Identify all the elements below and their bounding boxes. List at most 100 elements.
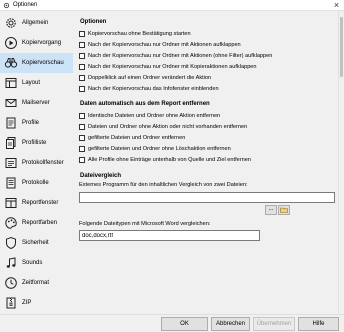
gear-icon xyxy=(6,18,16,28)
checkbox[interactable] xyxy=(79,86,85,92)
options-panel: Optionen Kopiervorschau ohne Bestätigung… xyxy=(76,11,338,314)
checkbox-label: Doppelklick auf einen Ordner verändert d… xyxy=(88,75,212,81)
sidebar-item-mailserver[interactable]: Mailserver xyxy=(0,93,73,113)
sidebar-item-label: Layout xyxy=(22,80,41,86)
option-checkbox-row[interactable]: Nach der Kopiervorschau nur Ordner mit A… xyxy=(79,41,335,49)
sidebar-item-layout[interactable]: Layout xyxy=(0,73,73,93)
option-checkbox-row[interactable]: Doppelklick auf einen Ordner verändert d… xyxy=(79,74,335,82)
option-checkbox-row[interactable]: Kopiervorschau ohne Bestätigung starten xyxy=(79,30,335,38)
word-filetypes-field[interactable] xyxy=(79,230,260,241)
sidebar-item-sounds[interactable]: Sounds xyxy=(0,253,73,273)
checkbox-label: gefilterte Dateien und Ordner entfernen xyxy=(88,135,186,141)
apply-button[interactable]: Übernehmen xyxy=(253,317,295,331)
checkbox[interactable] xyxy=(79,64,85,70)
checkbox-label: Nach der Kopiervorschau nur Ordner mit K… xyxy=(88,64,257,70)
sidebar-item-label: Profile xyxy=(22,120,40,126)
external-program-field[interactable] xyxy=(79,192,335,203)
sidebar-item-label: Reportfarben xyxy=(22,220,58,226)
dialog-footer: OK Abbrechen Übernehmen Hilfe xyxy=(0,314,344,332)
section-title-optionen: Optionen xyxy=(80,19,107,25)
checkbox[interactable] xyxy=(79,31,85,37)
sidebar-item-label: Protokolle xyxy=(22,180,49,186)
auto-remove-checkbox-row[interactable]: Identische Dateien und Ordner ohne Aktio… xyxy=(79,112,335,120)
play-icon xyxy=(5,37,17,49)
section-title-dateivergleich: Dateivergleich xyxy=(80,173,122,179)
sidebar-item-label: Kopiervorschau xyxy=(22,60,64,66)
sidebar-item-kopiervorgang[interactable]: Kopiervorgang xyxy=(0,33,73,53)
music-icon xyxy=(6,257,16,268)
sidebar-item-reportfenster[interactable]: Reportfenster xyxy=(0,193,73,213)
profile-list-icon xyxy=(6,137,16,149)
checkbox-label: Nach der Kopiervorschau nur Ordner mit A… xyxy=(88,42,241,48)
browse-button[interactable]: ... xyxy=(265,205,277,215)
option-checkbox-row[interactable]: Nach der Kopiervorschau nur Ordner mit K… xyxy=(79,63,335,71)
checkbox[interactable] xyxy=(79,135,85,141)
sidebar-item-zip[interactable]: ZIP xyxy=(0,293,73,313)
binoculars-icon xyxy=(4,58,18,68)
checkbox-label: Alle Profile ohne Einträge unterhalb von… xyxy=(88,157,251,163)
sidebar-item-protokollfenster[interactable]: Protokollfenster xyxy=(0,153,73,173)
section-title-auto-remove: Daten automatisch aus dem Report entfern… xyxy=(80,101,210,107)
help-button[interactable]: Hilfe xyxy=(298,317,339,331)
scrollbar-thumb[interactable] xyxy=(340,17,343,77)
checkbox[interactable] xyxy=(79,42,85,48)
cancel-button[interactable]: Abbrechen xyxy=(211,317,250,331)
sidebar-item-label: Protokollfenster xyxy=(22,160,64,166)
checkbox-label: Identische Dateien und Ordner ohne Aktio… xyxy=(88,113,221,119)
checkbox[interactable] xyxy=(79,124,85,130)
sidebar-item-label: ZIP xyxy=(22,300,32,306)
sidebar-item-sicherheit[interactable]: Sicherheit xyxy=(0,233,73,253)
sidebar-item-label: Profilliste xyxy=(22,140,47,146)
checkbox[interactable] xyxy=(79,75,85,81)
checkbox-label: gefilterte Dateien und Ordner ohne Lösch… xyxy=(88,146,231,152)
checkbox[interactable] xyxy=(79,53,85,59)
log-window-icon xyxy=(5,158,17,168)
auto-remove-checkbox-row[interactable]: Alle Profile ohne Einträge unterhalb von… xyxy=(79,156,335,164)
sidebar-item-profile[interactable]: Profile xyxy=(0,113,73,133)
profile-icon xyxy=(6,117,16,129)
sidebar-item-label: Reportfenster xyxy=(22,200,59,206)
sidebar-item-label: Kopiervorgang xyxy=(22,40,62,46)
checkbox-label: Dateien und Ordner ohne Aktion oder nich… xyxy=(88,124,248,130)
report-window-icon xyxy=(5,198,17,208)
sidebar-item-kopiervorschau[interactable]: Kopiervorschau xyxy=(0,53,73,73)
sidebar-item-zeitformat[interactable]: Zeitformat xyxy=(0,273,73,293)
zip-icon xyxy=(6,297,16,309)
word-filetypes-input[interactable] xyxy=(80,231,259,240)
word-filetypes-label: Folgende Dateitypen mit Microsoft Word v… xyxy=(79,221,211,227)
folder-icon xyxy=(280,207,288,213)
clock-icon xyxy=(5,277,17,289)
sidebar: Allgemein Kopiervorgang Kopiervorschau L… xyxy=(0,11,73,332)
log-icon xyxy=(6,177,16,189)
palette-icon xyxy=(5,217,17,229)
sidebar-item-reportfarben[interactable]: Reportfarben xyxy=(0,213,73,233)
option-checkbox-row[interactable]: Nach der Kopiervorschau nur Ordner mit A… xyxy=(79,52,335,60)
sidebar-item-protokolle[interactable]: Protokolle xyxy=(0,173,73,193)
sidebar-item-label: Allgemein xyxy=(22,20,49,26)
external-program-label: Externes Programm für den inhaltlichen V… xyxy=(79,182,248,188)
checkbox-label: Kopiervorschau ohne Bestätigung starten xyxy=(88,31,191,37)
checkbox-label: Nach der Kopiervorschau das Infofenster … xyxy=(88,86,219,92)
title-bar: Optionen × xyxy=(0,0,344,11)
ok-button[interactable]: OK xyxy=(161,317,208,331)
auto-remove-checkbox-row[interactable]: Dateien und Ordner ohne Aktion oder nich… xyxy=(79,123,335,131)
checkbox[interactable] xyxy=(79,146,85,152)
shield-icon xyxy=(6,236,16,250)
external-program-input[interactable] xyxy=(80,193,334,202)
auto-remove-checkbox-row[interactable]: gefilterte Dateien und Ordner entfernen xyxy=(79,134,335,142)
auto-remove-checkbox-row[interactable]: gefilterte Dateien und Ordner ohne Lösch… xyxy=(79,145,335,153)
mail-icon xyxy=(5,99,17,107)
close-icon[interactable]: × xyxy=(332,1,341,10)
layout-icon xyxy=(5,78,17,88)
sidebar-item-label: Sicherheit xyxy=(22,240,49,246)
vertical-scrollbar[interactable] xyxy=(338,11,343,314)
option-checkbox-row[interactable]: Nach der Kopiervorschau das Infofenster … xyxy=(79,85,335,93)
folder-button[interactable] xyxy=(278,205,290,215)
sidebar-item-allgemein[interactable]: Allgemein xyxy=(0,13,73,33)
sidebar-item-label: Mailserver xyxy=(22,100,50,106)
checkbox[interactable] xyxy=(79,113,85,119)
window-title: Optionen xyxy=(13,2,38,8)
checkbox-label: Nach der Kopiervorschau nur Ordner mit A… xyxy=(88,53,273,59)
sidebar-item-profilliste[interactable]: Profilliste xyxy=(0,133,73,153)
checkbox[interactable] xyxy=(79,157,85,163)
